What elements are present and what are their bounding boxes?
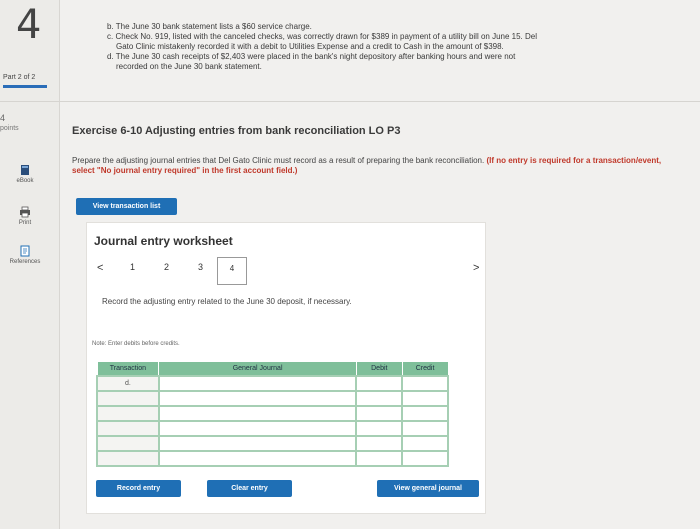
prev-page-arrow[interactable]: < (97, 262, 103, 274)
account-input[interactable] (157, 389, 358, 407)
references-icon (20, 245, 30, 257)
transaction-cell (96, 389, 160, 407)
debit-input[interactable] (355, 434, 404, 452)
record-entry-button[interactable]: Record entry (96, 480, 181, 497)
clear-entry-button[interactable]: Clear entry (207, 480, 292, 497)
worksheet-title: Journal entry worksheet (94, 234, 233, 248)
credit-input[interactable] (401, 449, 449, 467)
points-label: points (0, 125, 19, 132)
account-input[interactable] (157, 434, 358, 452)
references-label: References (9, 259, 41, 265)
points-value: 4 (0, 113, 6, 123)
journal-table: Transaction General Journal Debit Credit… (96, 361, 449, 467)
instructions-text: Prepare the adjusting journal entries th… (72, 156, 485, 165)
view-transaction-list-button[interactable]: View transaction list (76, 198, 177, 215)
table-row (96, 419, 449, 437)
next-page-arrow[interactable]: > (473, 262, 479, 274)
credit-input[interactable] (401, 389, 449, 407)
debit-input[interactable] (355, 374, 404, 392)
item-d: d. The June 30 cash receipts of $2,403 w… (107, 52, 516, 61)
debit-input[interactable] (355, 389, 404, 407)
table-row (96, 434, 449, 452)
page-1[interactable]: 1 (130, 262, 135, 272)
page-3[interactable]: 3 (198, 262, 203, 272)
col-debit: Debit (355, 361, 403, 376)
transaction-cell: d. (96, 374, 160, 392)
references-button[interactable]: References (4, 245, 46, 265)
view-general-journal-button[interactable]: View general journal (377, 480, 479, 497)
print-label: Print (18, 220, 32, 226)
ebook-button[interactable]: eBook (4, 164, 46, 184)
part-progress-bar (3, 85, 47, 88)
exercise-title: Exercise 6-10 Adjusting entries from ban… (72, 125, 401, 137)
debit-input[interactable] (355, 404, 404, 422)
page-4-active[interactable]: 4 (217, 257, 247, 285)
previous-question-items: b. The June 30 bank statement lists a $6… (107, 22, 657, 72)
print-icon (20, 206, 30, 218)
item-c: c. Check No. 919, listed with the cancel… (107, 32, 537, 41)
transaction-cell (96, 419, 160, 437)
col-transaction: Transaction (96, 361, 160, 376)
debits-note: Note: Enter debits before credits. (92, 341, 180, 347)
section-divider (0, 101, 700, 102)
table-row (96, 404, 449, 422)
credit-input[interactable] (401, 374, 449, 392)
credit-input[interactable] (401, 419, 449, 437)
book-icon (21, 165, 29, 175)
question-number: 4 (16, 2, 42, 48)
credit-input[interactable] (401, 434, 449, 452)
ebook-label: eBook (16, 178, 34, 184)
table-row (96, 389, 449, 407)
page-2[interactable]: 2 (164, 262, 169, 272)
item-b: b. The June 30 bank statement lists a $6… (107, 22, 312, 31)
debit-input[interactable] (355, 419, 404, 437)
account-input[interactable] (157, 419, 358, 437)
account-input[interactable] (157, 374, 358, 392)
item-d-cont: recorded on the June 30 bank statement. (116, 62, 262, 71)
transaction-cell (96, 434, 160, 452)
account-input[interactable] (157, 449, 358, 467)
transaction-cell (96, 404, 160, 422)
worksheet-prompt: Record the adjusting entry related to th… (102, 297, 352, 306)
col-credit: Credit (401, 361, 449, 376)
col-general-journal: General Journal (158, 361, 357, 376)
table-row: d. (96, 374, 449, 392)
print-button[interactable]: Print (4, 206, 46, 226)
item-c-cont: Gato Clinic mistakenly recorded it with … (116, 42, 504, 51)
account-input[interactable] (157, 404, 358, 422)
part-label: Part 2 of 2 (3, 74, 36, 81)
credit-input[interactable] (401, 404, 449, 422)
instructions: Prepare the adjusting journal entries th… (72, 156, 672, 176)
transaction-cell (96, 449, 160, 467)
table-row (96, 449, 449, 467)
debit-input[interactable] (355, 449, 404, 467)
